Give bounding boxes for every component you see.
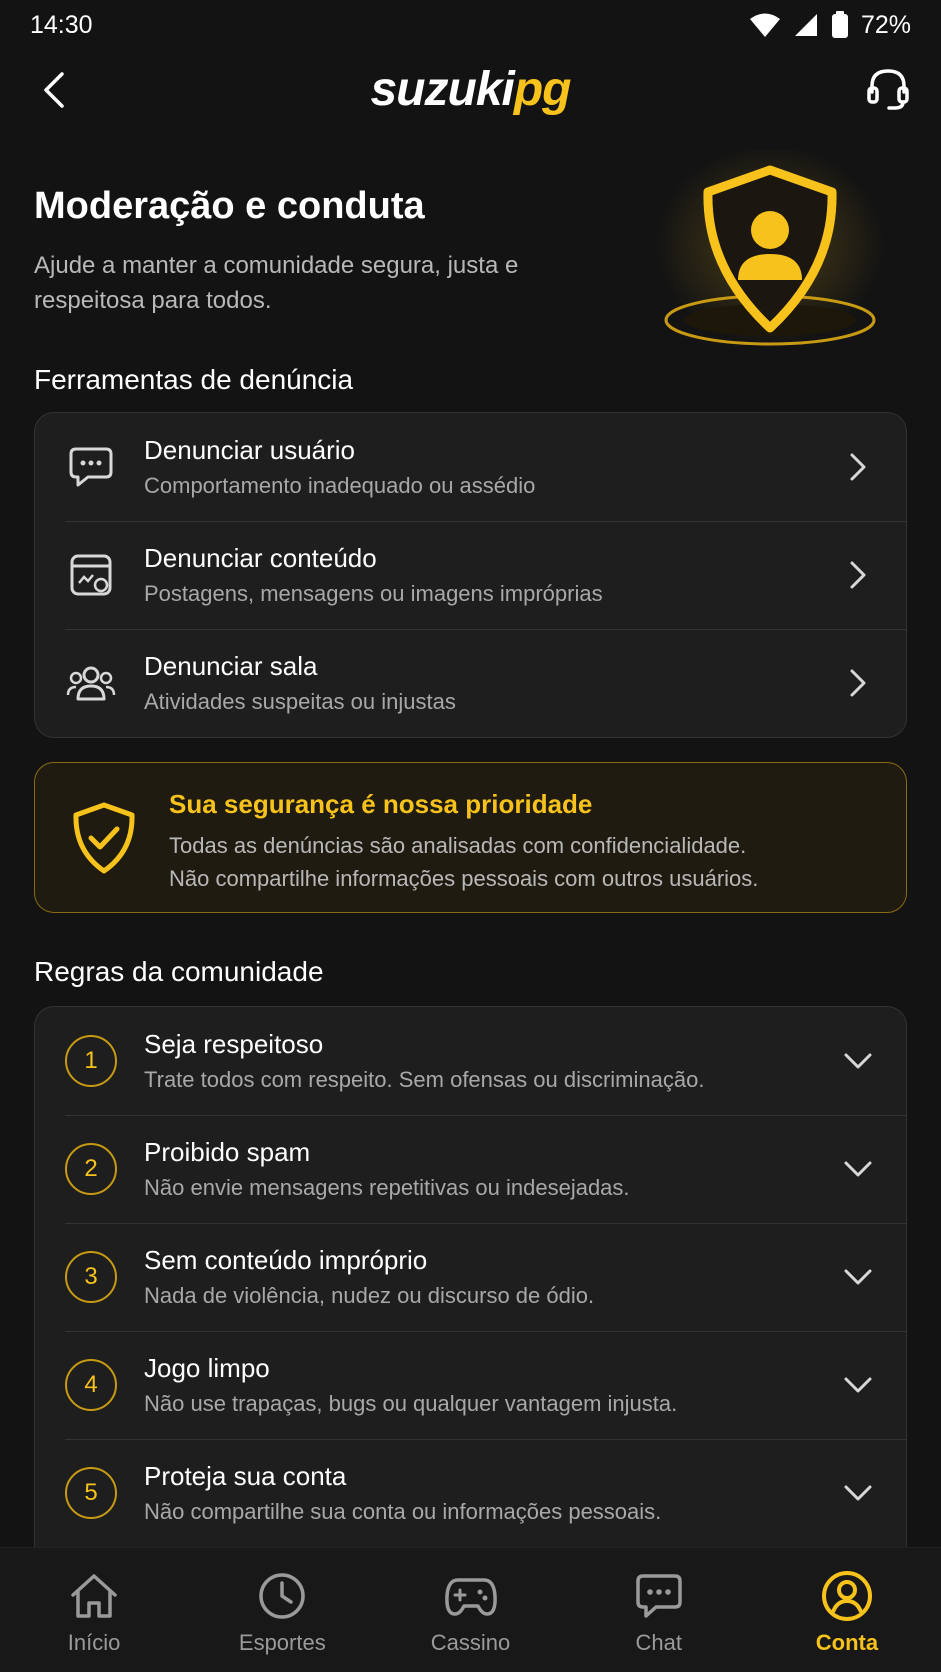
row-subtitle: Não compartilhe sua conta ou informações… <box>144 1499 662 1524</box>
clock-icon <box>254 1568 310 1624</box>
rule-number-badge: 5 <box>65 1467 117 1519</box>
safety-notice: Sua segurança é nossa prioridade Todas a… <box>34 762 907 913</box>
rule-number-badge: 4 <box>65 1359 117 1411</box>
report-content-row[interactable]: Denunciar conteúdo Postagens, mensagens … <box>35 521 906 629</box>
bottom-nav: Início Esportes Cassino Chat Conta <box>0 1547 941 1672</box>
page-title: Moderação e conduta <box>34 185 425 227</box>
row-subtitle: Atividades suspeitas ou injustas <box>144 689 456 714</box>
row-subtitle: Trate todos com respeito. Sem ofensas ou… <box>144 1067 705 1092</box>
signal-icon <box>793 12 819 38</box>
hero-section: Moderação e conduta Ajude a manter a com… <box>34 185 594 318</box>
headset-icon <box>865 66 911 117</box>
rules-card: 1 Seja respeitoso Trate todos com respei… <box>34 1006 907 1547</box>
shield-user-icon <box>650 145 890 360</box>
safety-text: Todas as denúncias são analisadas com co… <box>169 829 889 895</box>
rule-row-2[interactable]: 2 Proibido spam Não envie mensagens repe… <box>35 1115 906 1223</box>
battery-icon <box>831 11 849 39</box>
row-title: Proteja sua conta <box>144 1461 347 1491</box>
row-title: Proibido spam <box>144 1137 311 1167</box>
chevron-right-icon <box>840 449 876 485</box>
nav-label: Chat <box>635 1630 682 1655</box>
chat-icon <box>631 1568 687 1624</box>
home-icon <box>66 1568 122 1624</box>
group-icon <box>65 657 117 709</box>
gamepad-icon <box>443 1568 499 1624</box>
nav-label: Início <box>67 1630 121 1655</box>
rule-number-badge: 2 <box>65 1143 117 1195</box>
page-subtitle: Ajude a manter a comunidade segura, just… <box>34 252 519 314</box>
user-circle-icon <box>819 1568 875 1624</box>
rule-row-1[interactable]: 1 Seja respeitoso Trate todos com respei… <box>35 1007 906 1115</box>
rule-row-3[interactable]: 3 Sem conteúdo impróprio Nada de violênc… <box>35 1223 906 1331</box>
nav-item-esportes[interactable]: Esportes <box>188 1548 376 1672</box>
chevron-down-icon <box>840 1367 876 1403</box>
rules-section-title: Regras da comunidade <box>34 956 324 987</box>
report-tools-card: Denunciar usuário Comportamento inadequa… <box>34 412 907 738</box>
shield-check-icon <box>71 801 137 875</box>
row-subtitle: Postagens, mensagens ou imagens imprópri… <box>144 581 603 606</box>
support-button[interactable] <box>863 66 913 116</box>
safety-line-1: Todas as denúncias são analisadas com co… <box>169 833 747 858</box>
content-report-icon <box>65 549 117 601</box>
row-subtitle: Não use trapaças, bugs ou qualquer vanta… <box>144 1391 678 1416</box>
rule-row-5[interactable]: 5 Proteja sua conta Não compartilhe sua … <box>35 1439 906 1547</box>
row-title: Denunciar usuário <box>144 435 356 465</box>
battery-percent: 72% <box>860 10 911 39</box>
chevron-right-icon <box>840 665 876 701</box>
chevron-down-icon <box>840 1259 876 1295</box>
app-logo: suzukipg <box>0 62 941 117</box>
safety-title: Sua segurança é nossa prioridade <box>169 789 593 819</box>
row-subtitle: Não envie mensagens repetitivas ou indes… <box>144 1175 630 1200</box>
nav-label: Conta <box>815 1630 879 1655</box>
row-title: Jogo limpo <box>144 1353 270 1383</box>
nav-item-conta[interactable]: Conta <box>753 1548 941 1672</box>
row-title: Denunciar sala <box>144 651 318 681</box>
row-subtitle: Comportamento inadequado ou assédio <box>144 473 536 498</box>
status-time: 14:30 <box>30 10 93 39</box>
report-room-row[interactable]: Denunciar sala Atividades suspeitas ou i… <box>35 629 906 737</box>
nav-label: Esportes <box>238 1630 326 1655</box>
report-section-title: Ferramentas de denúncia <box>34 364 354 395</box>
logo-text-main: suzuki <box>370 63 514 116</box>
row-title: Seja respeitoso <box>144 1029 324 1059</box>
rule-row-4[interactable]: 4 Jogo limpo Não use trapaças, bugs ou q… <box>35 1331 906 1439</box>
row-title: Denunciar conteúdo <box>144 543 377 573</box>
status-bar: 14:30 72% <box>0 0 941 50</box>
wifi-icon <box>749 12 781 38</box>
rule-number-badge: 3 <box>65 1251 117 1303</box>
row-title: Sem conteúdo impróprio <box>144 1245 428 1275</box>
row-subtitle: Nada de violência, nudez ou discurso de … <box>144 1283 595 1308</box>
chevron-down-icon <box>840 1475 876 1511</box>
nav-label: Cassino <box>430 1630 511 1655</box>
status-icons: 72% <box>749 11 911 40</box>
nav-item-cassino[interactable]: Cassino <box>376 1548 564 1672</box>
nav-item-inicio[interactable]: Início <box>0 1548 188 1672</box>
nav-item-chat[interactable]: Chat <box>565 1548 753 1672</box>
chat-bubble-icon <box>65 441 117 493</box>
safety-line-2: Não compartilhe informações pessoais com… <box>169 866 759 891</box>
chevron-down-icon <box>840 1043 876 1079</box>
logo-text-accent: pg <box>513 63 572 116</box>
chevron-down-icon <box>840 1151 876 1187</box>
rule-number-badge: 1 <box>65 1035 117 1087</box>
report-user-row[interactable]: Denunciar usuário Comportamento inadequa… <box>35 413 906 521</box>
chevron-right-icon <box>840 557 876 593</box>
app-header: suzukipg <box>0 58 941 128</box>
